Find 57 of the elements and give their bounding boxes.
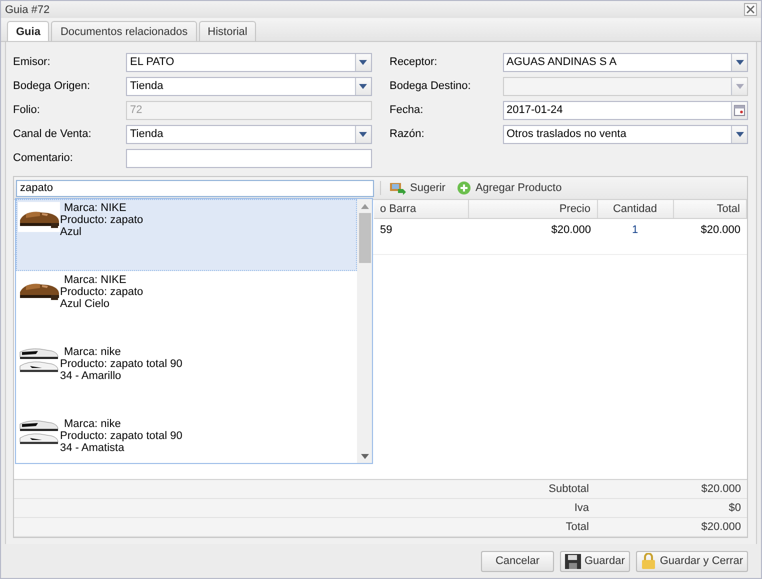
field-label: Canal de Venta: <box>13 128 92 140</box>
suggestion-item[interactable]: Marca: NIKE Producto: zapato Azul Cielo <box>16 271 357 343</box>
caret-icon[interactable] <box>359 84 367 88</box>
column-header[interactable]: o Barra <box>374 200 468 218</box>
field-label: Bodega Origen: <box>13 80 92 92</box>
lock-icon <box>640 553 656 569</box>
field-label: Fecha: <box>390 104 424 116</box>
summary-value: $20.000 <box>701 521 741 533</box>
text-field[interactable] <box>126 148 372 168</box>
suggestion-item[interactable]: Marca: NIKE Producto: zapato Azul <box>16 199 357 271</box>
field-label: Comentario: <box>13 152 74 164</box>
scroll-down-icon[interactable] <box>360 454 368 458</box>
select-field[interactable]: Tienda <box>126 76 372 96</box>
action-button[interactable]: Guardar y Cerrar <box>636 550 748 572</box>
select-field[interactable]: AGUAS ANDINAS S A <box>502 52 748 72</box>
toolbar-button[interactable]: Agregar Producto <box>454 181 565 195</box>
column-header[interactable]: Precio <box>468 200 597 218</box>
table-cell: 1 <box>632 224 638 236</box>
close-button[interactable] <box>744 3 757 16</box>
summary-label: Iva <box>574 502 589 514</box>
toolbar-button[interactable]: Sugerir <box>387 181 448 195</box>
suggestion-item[interactable]: Marca: nike Producto: zapato total 90 34 - Amarillo <box>16 343 357 415</box>
action-button[interactable]: Guardar <box>560 550 630 572</box>
caret-icon[interactable] <box>736 60 744 64</box>
tab[interactable]: Guia <box>7 21 50 41</box>
field-label: Emisor: <box>13 56 52 68</box>
field-label: Folio: <box>13 104 41 116</box>
column-header[interactable]: Cantidad <box>597 200 673 218</box>
action-button[interactable]: Cancelar <box>481 550 554 572</box>
table-cell: 59 <box>380 224 392 236</box>
scrollbar[interactable] <box>357 199 372 463</box>
calendar-icon[interactable] <box>734 104 745 116</box>
select-field[interactable]: EL PATO <box>126 52 372 72</box>
date-field[interactable]: 2017-01-24 <box>502 100 748 120</box>
select-field[interactable]: Otros traslados no venta <box>502 124 748 144</box>
select-field[interactable]: Tienda <box>126 124 372 144</box>
add-icon <box>457 181 472 195</box>
table-cell: $20.000 <box>700 224 740 236</box>
summary-label: Subtotal <box>548 483 589 495</box>
field-label: Bodega Destino: <box>390 80 472 92</box>
caret-icon[interactable] <box>359 132 367 136</box>
summary-label: Total <box>566 521 589 533</box>
summary-value: $20.000 <box>701 483 741 495</box>
column-header[interactable]: Total <box>673 200 746 218</box>
window-title: Guia #72 <box>5 4 50 16</box>
suggestion-item[interactable]: Marca: nike Producto: zapato total 90 34 - Amatista <box>16 415 357 463</box>
tab[interactable]: Historial <box>198 21 256 41</box>
scroll-thumb[interactable] <box>358 213 370 263</box>
caret-icon[interactable] <box>736 132 744 136</box>
table-cell: $20.000 <box>551 224 591 236</box>
tab[interactable]: Documentos relacionados <box>51 21 197 41</box>
floppy-icon <box>564 554 580 568</box>
summary-value: $0 <box>728 502 741 514</box>
caret-icon[interactable] <box>359 60 367 64</box>
search-field[interactable]: zapato <box>16 180 374 196</box>
field-label: Razón: <box>390 128 426 140</box>
field-label: Receptor: <box>390 56 438 68</box>
